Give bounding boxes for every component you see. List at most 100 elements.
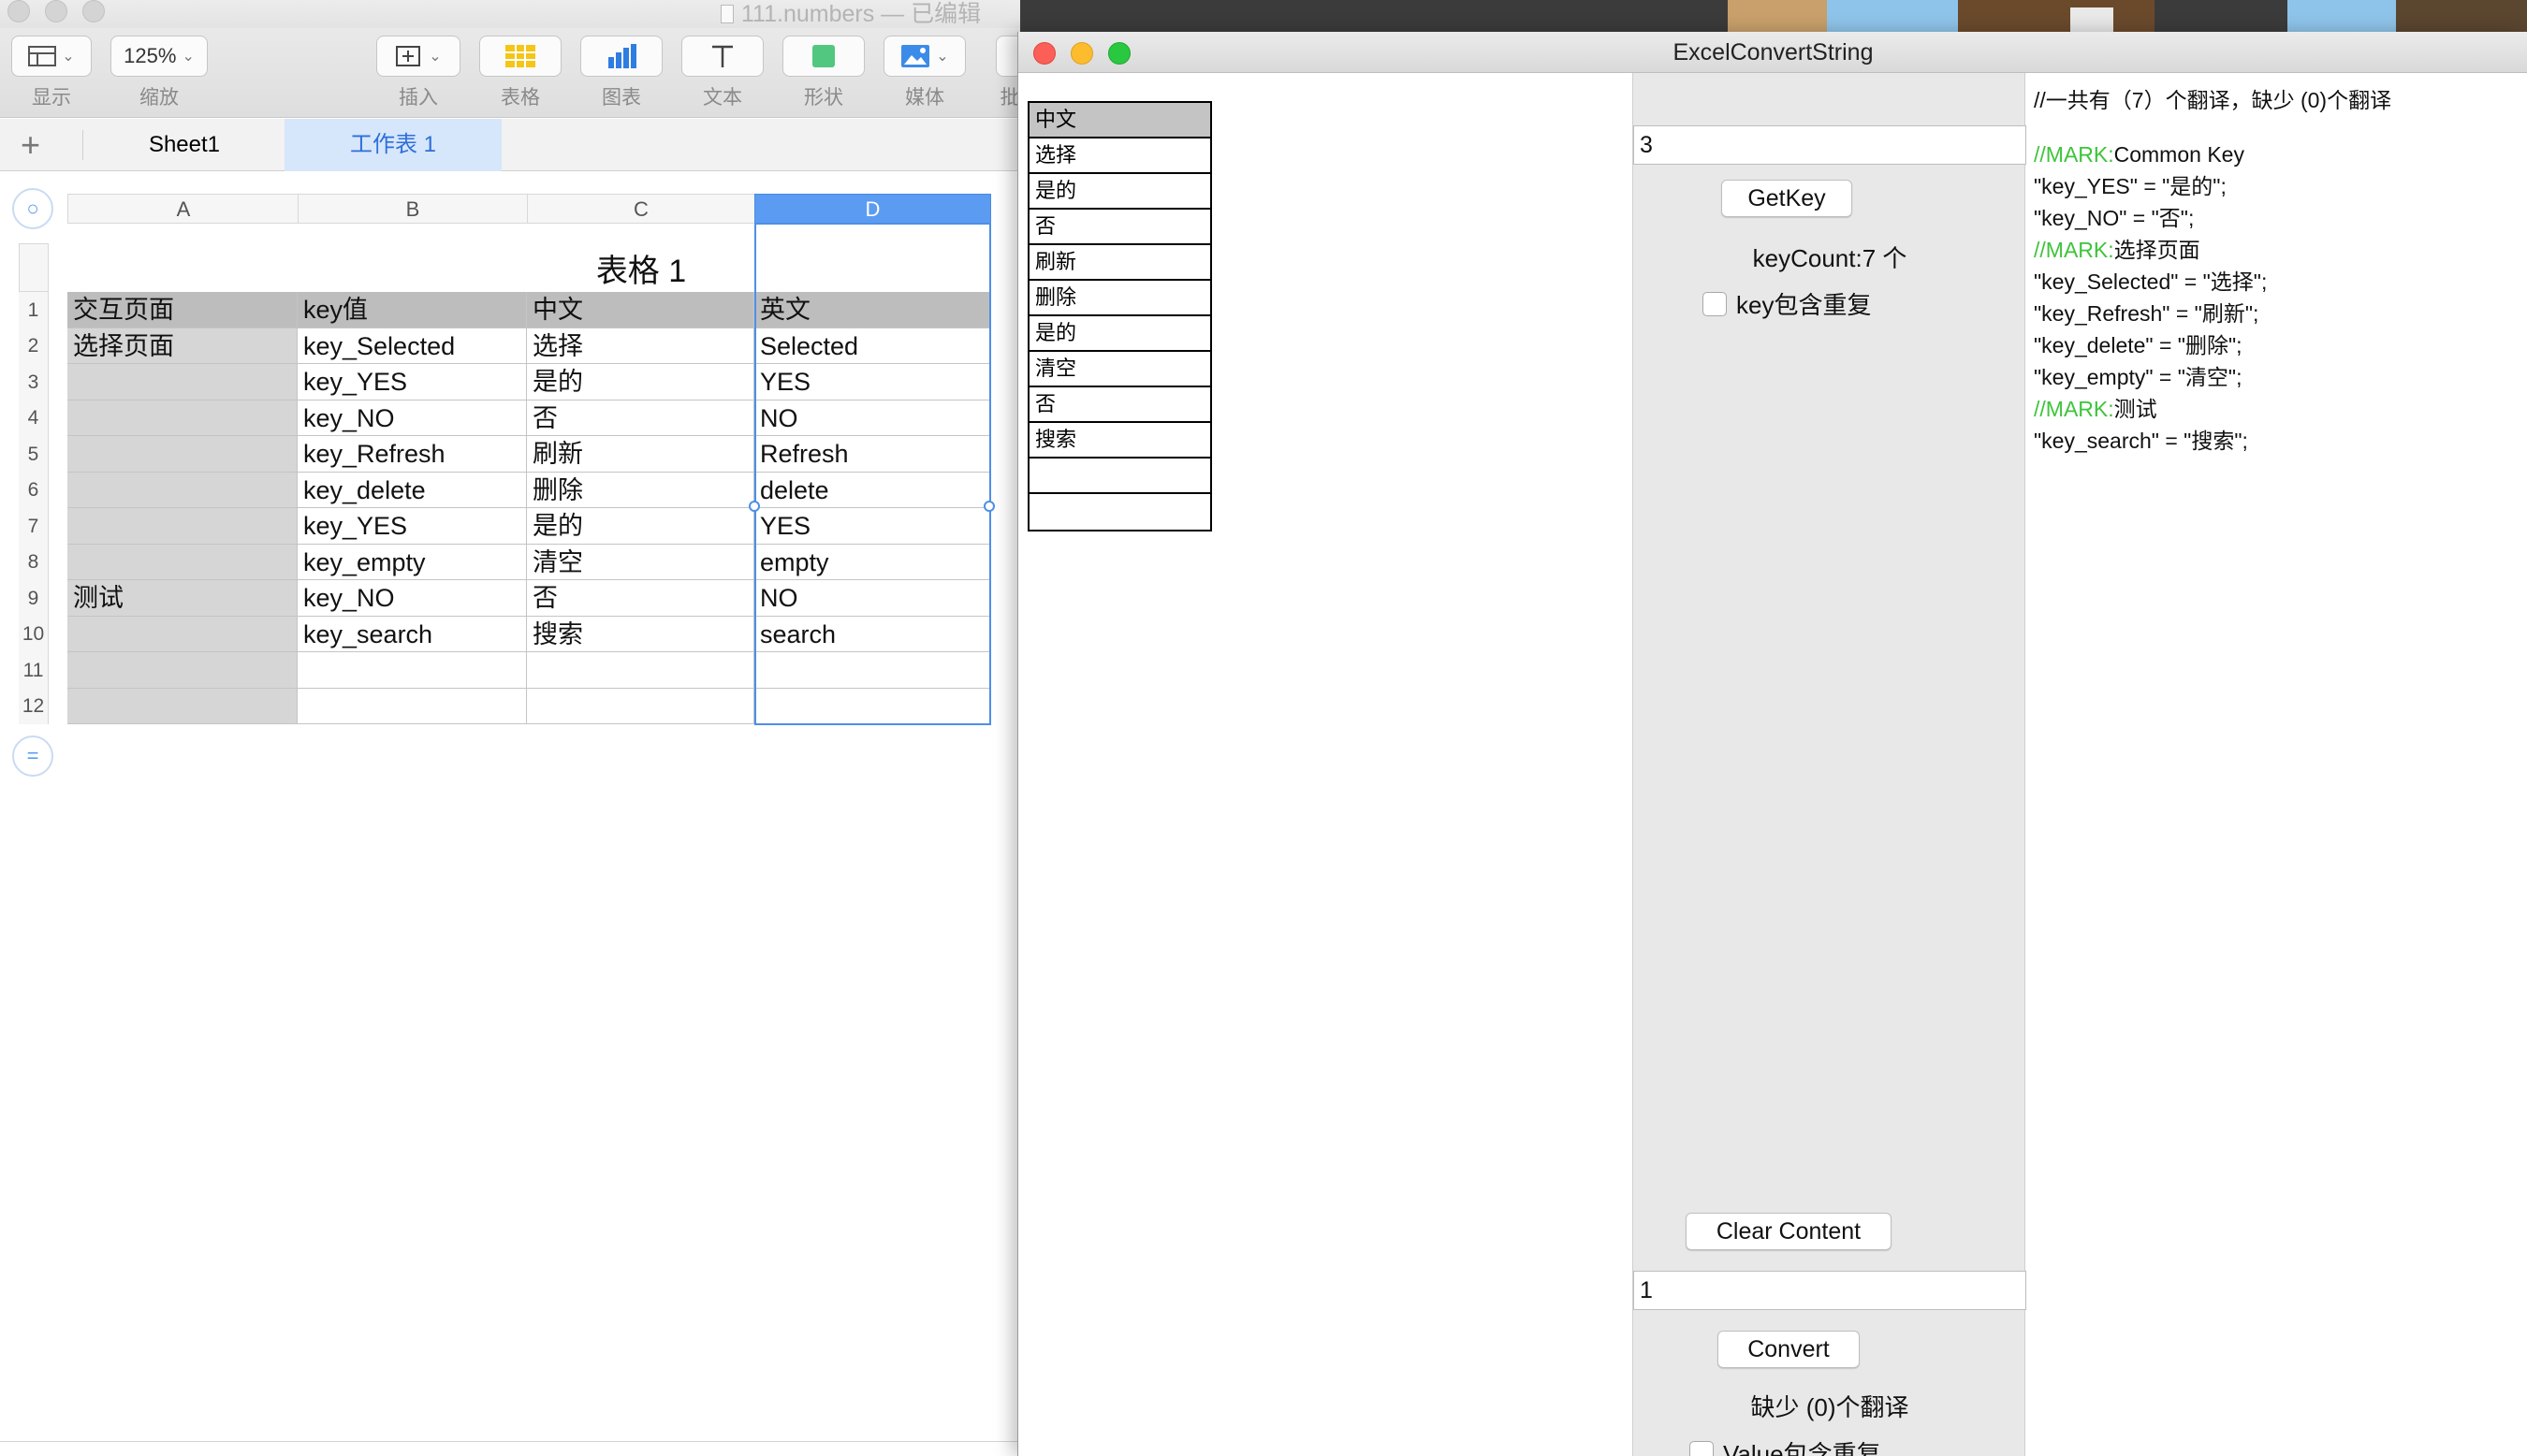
row-header[interactable]: 2 (19, 328, 49, 364)
table-cell[interactable] (67, 400, 298, 436)
selection-handle-right[interactable] (984, 501, 995, 512)
table-cell[interactable]: key_Selected (298, 328, 527, 364)
select-table-icon[interactable]: ○ (12, 188, 53, 229)
table-header-cell[interactable]: 交互页面 (67, 292, 298, 328)
get-key-button[interactable]: GetKey (1721, 180, 1852, 217)
selection-handle-left[interactable] (749, 501, 760, 512)
table-cell[interactable]: 清空 (527, 545, 754, 580)
table-cell[interactable]: Selected (754, 328, 991, 364)
checkbox[interactable] (1702, 291, 1727, 316)
table-cell[interactable]: key_NO (298, 400, 527, 436)
zoom-button[interactable] (82, 0, 105, 22)
preview-row[interactable]: 刷新 (1030, 245, 1210, 281)
zoom-select[interactable]: 125% ⌄ (110, 36, 208, 77)
table-cell[interactable]: 刷新 (527, 436, 754, 473)
media-tool[interactable]: ⌄ 媒体 (884, 36, 966, 110)
table-cell[interactable]: 否 (527, 580, 754, 617)
column-header-b[interactable]: B (298, 194, 528, 224)
table-title[interactable]: 表格 1 (374, 245, 908, 291)
table-cell[interactable]: 搜索 (527, 617, 754, 652)
zoom-button[interactable] (1108, 42, 1131, 65)
convert-button[interactable]: Convert (1717, 1331, 1860, 1368)
row-header[interactable]: 11 (19, 652, 49, 689)
text-button[interactable] (681, 36, 764, 77)
column-header-a[interactable]: A (67, 194, 299, 224)
row-header[interactable]: 9 (19, 580, 49, 617)
table-cell[interactable]: key_delete (298, 473, 527, 508)
clear-content-button[interactable]: Clear Content (1686, 1213, 1892, 1250)
preview-row[interactable]: 清空 (1030, 352, 1210, 387)
view-tool[interactable]: ⌄ 显示 (11, 36, 92, 110)
row-header[interactable]: 1 (19, 292, 49, 328)
row-header[interactable]: 4 (19, 400, 49, 436)
table-header-cell[interactable]: 英文 (754, 292, 991, 328)
table-cell[interactable]: YES (754, 508, 991, 545)
preview-row[interactable]: 搜索 (1030, 423, 1210, 459)
view-button[interactable]: ⌄ (11, 36, 92, 77)
add-sheet-button[interactable]: + (21, 126, 40, 164)
table-cell[interactable]: key_YES (298, 508, 527, 545)
table-cell[interactable] (67, 617, 298, 652)
value-column-field[interactable]: 1 (1633, 1271, 2026, 1310)
output-text-view[interactable]: //一共有（7）个翻译，缺少 (0)个翻译 //MARK:Common Key … (2026, 73, 2527, 1456)
shape-tool[interactable]: 形状 (782, 36, 865, 110)
table-cell[interactable]: 选择页面 (67, 328, 298, 364)
row-header[interactable]: 3 (19, 364, 49, 400)
media-button[interactable]: ⌄ (884, 36, 966, 77)
row-header[interactable]: 6 (19, 473, 49, 508)
preview-row[interactable]: 删除 (1030, 281, 1210, 316)
table-cell[interactable] (67, 508, 298, 545)
tab-sheet1[interactable]: Sheet1 (84, 119, 285, 171)
table-cell[interactable] (754, 652, 991, 689)
table-cell[interactable]: key_NO (298, 580, 527, 617)
table-cell[interactable] (298, 689, 527, 724)
table-cell[interactable] (754, 689, 991, 724)
key-column-field[interactable]: 3 (1633, 125, 2026, 165)
table-cell[interactable]: 否 (527, 400, 754, 436)
shape-button[interactable] (782, 36, 865, 77)
table-cell[interactable] (67, 652, 298, 689)
table-cell[interactable]: YES (754, 364, 991, 400)
zoom-tool[interactable]: 125% ⌄ 缩放 (110, 36, 208, 110)
checkbox[interactable] (1689, 1440, 1714, 1456)
table-cell[interactable]: key_search (298, 617, 527, 652)
table-cell[interactable] (67, 436, 298, 473)
chart-button[interactable] (580, 36, 663, 77)
row-header[interactable]: 12 (19, 689, 49, 724)
table-cell[interactable] (67, 689, 298, 724)
insert-tool[interactable]: ⌄ 插入 (376, 36, 460, 110)
table-cell[interactable] (298, 652, 527, 689)
minimize-button[interactable] (1071, 42, 1093, 65)
table-button[interactable] (479, 36, 562, 77)
close-button[interactable] (7, 0, 30, 22)
table-cell[interactable]: 是的 (527, 364, 754, 400)
table-cell[interactable]: 测试 (67, 580, 298, 617)
table-cell[interactable]: search (754, 617, 991, 652)
table-cell[interactable] (67, 545, 298, 580)
preview-row[interactable]: 选择 (1030, 138, 1210, 174)
tab-sheet-2[interactable]: 工作表 1 (285, 119, 502, 171)
preview-row[interactable]: 是的 (1030, 174, 1210, 210)
table-cell[interactable]: NO (754, 580, 991, 617)
preview-row[interactable] (1030, 494, 1210, 530)
table-header-cell[interactable]: 中文 (527, 292, 754, 328)
table-cell[interactable] (527, 652, 754, 689)
table-cell[interactable]: 选择 (527, 328, 754, 364)
value-duplicate-checkbox[interactable]: Value包含重复 (1689, 1435, 1881, 1456)
table-cell[interactable]: empty (754, 545, 991, 580)
table-cell[interactable]: key_YES (298, 364, 527, 400)
table-cell[interactable]: delete (754, 473, 991, 508)
row-header[interactable]: 5 (19, 436, 49, 473)
preview-row[interactable]: 是的 (1030, 316, 1210, 352)
text-tool[interactable]: 文本 (681, 36, 764, 110)
table-cell[interactable]: 是的 (527, 508, 754, 545)
close-button[interactable] (1033, 42, 1056, 65)
row-resize-icon[interactable]: = (12, 735, 53, 777)
row-header[interactable]: 8 (19, 545, 49, 580)
table-tool[interactable]: 表格 (479, 36, 562, 110)
column-header-c[interactable]: C (527, 194, 755, 224)
key-duplicate-checkbox[interactable]: key包含重复 (1702, 286, 1871, 321)
table-cell[interactable]: key_Refresh (298, 436, 527, 473)
row-header[interactable]: 7 (19, 508, 49, 545)
table-header-cell[interactable]: key值 (298, 292, 527, 328)
